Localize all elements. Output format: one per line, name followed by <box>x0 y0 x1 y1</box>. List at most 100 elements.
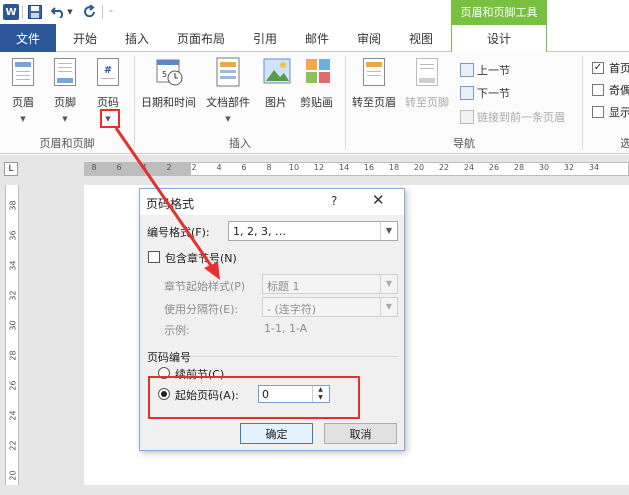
ruler-tick-label: 30 <box>8 320 18 331</box>
ruler-tick-label: 10 <box>288 163 300 172</box>
close-icon[interactable]: ✕ <box>372 191 385 209</box>
page-number-icon: # <box>97 58 119 86</box>
show-text-checkbox[interactable]: 显示 <box>592 104 629 120</box>
footer-button[interactable]: 页脚 ▼ <box>52 56 78 123</box>
goto-footer-button[interactable]: 转至页脚 <box>405 56 449 110</box>
calendar-icon: 5 <box>156 56 182 88</box>
ruler-tick-label: 24 <box>8 410 18 421</box>
ruler-tick-label: 28 <box>513 163 525 172</box>
ruler-tick-label: 20 <box>8 470 18 481</box>
goto-header-button[interactable]: 转至页眉 <box>352 56 396 110</box>
title-bar: W ▼ ⁼ 页眉和页脚工具 <box>0 0 629 24</box>
separator-select[interactable]: - (连字符) ▼ <box>262 297 398 317</box>
dialog-title: 页码格式 <box>146 197 195 211</box>
chevron-down-icon: ▼ <box>62 115 68 123</box>
help-icon[interactable]: ? <box>331 194 337 208</box>
chevron-down-icon: ▼ <box>380 275 397 293</box>
ruler-tick-label: 12 <box>313 163 325 172</box>
ok-button[interactable]: 确定 <box>240 423 313 444</box>
cancel-button[interactable]: 取消 <box>324 423 397 444</box>
next-section-button[interactable]: 下一节 <box>460 85 510 101</box>
ruler-tick-label: 38 <box>8 200 18 211</box>
goto-header-icon <box>363 58 385 86</box>
link-to-previous-button[interactable]: 链接到前一条页眉 <box>460 109 565 125</box>
checkbox-icon <box>592 84 604 96</box>
ruler-tick-label: 4 <box>141 163 147 172</box>
datetime-button[interactable]: 5 日期和时间 <box>141 56 196 110</box>
odd-even-checkbox[interactable]: 奇偶 <box>592 82 629 98</box>
prev-section-button[interactable]: 上一节 <box>460 62 510 78</box>
ruler-tick-label: 26 <box>488 163 500 172</box>
goto-footer-icon <box>416 58 438 86</box>
undo-icon[interactable] <box>50 3 66 21</box>
tab-design[interactable]: 设计 <box>451 24 547 53</box>
annotation-box-page-number <box>100 109 120 128</box>
tab-review[interactable]: 审阅 <box>344 24 394 52</box>
undo-dropdown-icon[interactable]: ▼ <box>66 3 74 21</box>
svg-text:5: 5 <box>162 70 167 79</box>
ruler-tick-label: 32 <box>8 290 18 301</box>
ruler-tick-label: 8 <box>91 163 97 172</box>
picture-icon <box>263 56 291 88</box>
number-format-select[interactable]: 1, 2, 3, … ▼ <box>228 221 398 241</box>
chevron-down-icon: ▼ <box>20 115 26 123</box>
tab-file[interactable]: 文件 <box>0 24 56 52</box>
number-format-label: 编号格式(F): <box>147 226 210 239</box>
header-icon <box>12 58 34 86</box>
ruler-tick-label: 22 <box>8 440 18 451</box>
divider <box>102 5 103 19</box>
save-icon[interactable] <box>28 5 42 19</box>
status-bar <box>0 485 629 495</box>
ruler-tick-label: 34 <box>588 163 600 172</box>
ruler-tick-label: 2 <box>166 163 172 172</box>
doc-parts-button[interactable]: 文档部件 ▼ <box>206 56 250 123</box>
customize-toolbar-icon[interactable]: ⁼ <box>106 3 116 21</box>
ruler-tick-label: 18 <box>388 163 400 172</box>
tab-references[interactable]: 引用 <box>240 24 290 52</box>
tab-view[interactable]: 视图 <box>396 24 446 52</box>
ribbon: 页眉 ▼ 页脚 ▼ # 页码 ▼ 页眉和页脚 5 日期和时间 文档部件 ▼ 图片 <box>0 52 629 154</box>
header-button[interactable]: 页眉 ▼ <box>10 56 36 123</box>
vertical-ruler[interactable]: 38 36 34 32 30 28 26 24 22 20 <box>5 185 19 495</box>
example-value: 1-1, 1-A <box>264 322 308 335</box>
ruler-tick-label: 6 <box>116 163 122 172</box>
dialog-titlebar: 页码格式 ? ✕ <box>140 189 404 215</box>
clipart-icon <box>304 56 330 88</box>
horizontal-ruler[interactable]: 8 6 4 2 2 4 6 8 10 12 14 16 18 20 22 24 26 28 30 32 34 <box>84 162 629 176</box>
chevron-down-icon: ▼ <box>380 222 397 240</box>
redo-icon[interactable] <box>82 3 98 21</box>
chapter-style-select[interactable]: 标题 1 ▼ <box>262 274 398 294</box>
first-page-checkbox[interactable]: ✓ 首页 <box>592 60 629 76</box>
group-label-header-footer: 页眉和页脚 <box>39 137 95 150</box>
ruler-tick-label: 8 <box>266 163 272 172</box>
prev-section-icon <box>460 63 474 77</box>
picture-button[interactable]: 图片 <box>263 56 291 110</box>
ribbon-tabs: 文件 开始 插入 页面布局 引用 邮件 审阅 视图 设计 <box>0 24 629 53</box>
tab-page-layout[interactable]: 页面布局 <box>166 24 236 52</box>
ruler-tick-label: 22 <box>438 163 450 172</box>
ruler-tick-label: 36 <box>8 230 18 241</box>
tab-home[interactable]: 开始 <box>60 24 110 52</box>
chevron-down-icon: ▼ <box>225 115 231 123</box>
footer-icon <box>54 58 76 86</box>
divider <box>190 356 398 357</box>
clipart-button[interactable]: 剪贴画 <box>300 56 333 110</box>
chapter-style-label: 章节起始样式(P) <box>164 280 246 293</box>
group-label-navigation: 导航 <box>453 137 475 150</box>
ruler-tick-label: 28 <box>8 350 18 361</box>
divider <box>22 5 23 19</box>
checkbox-icon <box>592 106 604 118</box>
tab-mailings[interactable]: 邮件 <box>292 24 342 52</box>
tab-selector-icon[interactable]: L <box>4 162 18 176</box>
context-tab-title: 页眉和页脚工具 <box>451 0 547 24</box>
tab-insert[interactable]: 插入 <box>112 24 162 52</box>
doc-parts-icon <box>215 56 241 88</box>
example-label: 示例: <box>164 324 190 337</box>
checkbox-checked-icon: ✓ <box>592 62 604 74</box>
ruler-tick-label: 30 <box>538 163 550 172</box>
ruler-tick-label: 14 <box>338 163 350 172</box>
ruler-tick-label: 20 <box>413 163 425 172</box>
ruler-tick-label: 6 <box>241 163 247 172</box>
ruler-tick-label: 26 <box>8 380 18 391</box>
include-chapter-checkbox[interactable] <box>148 251 160 263</box>
